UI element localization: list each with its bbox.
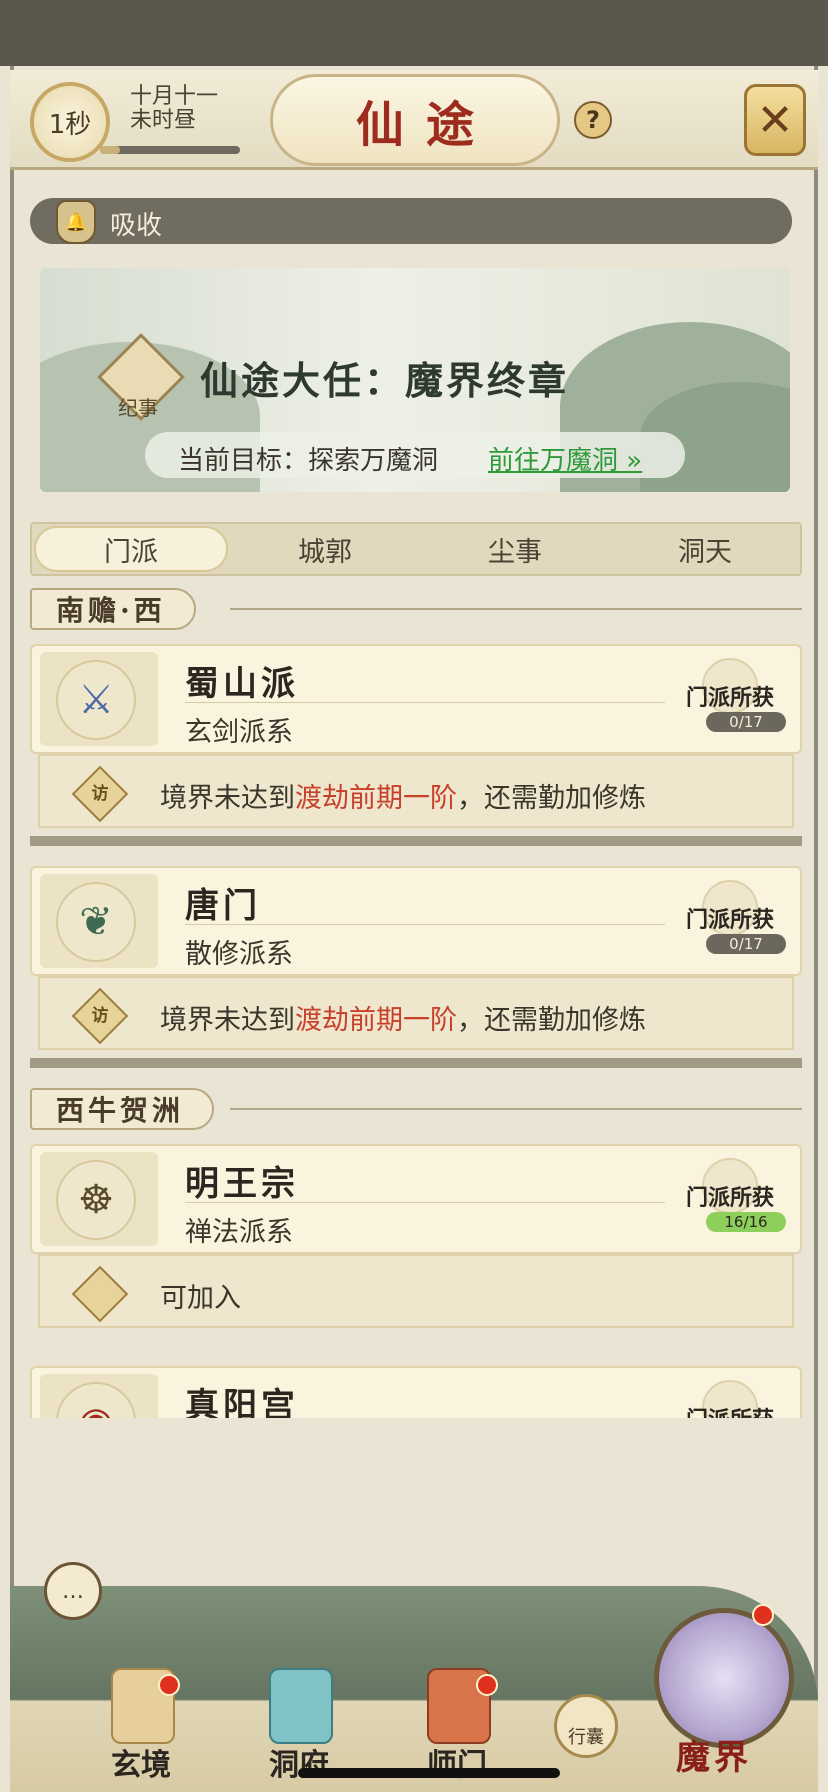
current-goal: 当前目标：探索万魔洞 (178, 446, 439, 476)
notification-badge (158, 1674, 180, 1696)
chat-bubble-icon[interactable]: … (44, 1562, 102, 1620)
goto-link[interactable]: 前往万魔洞 » (488, 440, 642, 477)
fan-emblem-icon: ❦ (56, 882, 136, 962)
absorb-label: 吸收 (110, 211, 163, 241)
status-bar-area (0, 0, 828, 66)
region-header: 南赡·西 (30, 588, 802, 630)
reward-count: 16/16 (706, 1212, 786, 1232)
lotus-emblem-icon: ☸ (56, 1160, 136, 1240)
sect-school: 禅法派系 (185, 1217, 293, 1248)
sect-requirement: 访 境界未达到渡劫前期一阶，还需勤加修炼 (38, 754, 794, 828)
sword-emblem-icon: ⚔ (56, 660, 136, 740)
quest-title: 仙途大任：魔界终章 (200, 358, 570, 403)
page-title: 仙途 (270, 74, 560, 166)
tab-cities[interactable]: 城郭 (230, 524, 420, 574)
bell-icon: 🔔 (56, 200, 96, 244)
sect-requirement: 访 境界未达到渡劫前期一阶，还需勤加修炼 (38, 976, 794, 1050)
bag-button[interactable]: 行囊 (554, 1694, 618, 1758)
pavilion-icon (269, 1668, 333, 1744)
notification-badge (476, 1674, 498, 1696)
game-time-of-day: 未时昼 (130, 108, 197, 133)
region-header: 西牛贺洲 (30, 1088, 802, 1130)
close-button[interactable]: ✕ (744, 84, 806, 156)
sect-school: 散修派系 (185, 939, 293, 970)
list-empty-area (14, 1418, 814, 1588)
sect-reward[interactable]: 门派所获 0/17 (666, 880, 794, 962)
demon-realm-button[interactable] (654, 1608, 794, 1748)
notification-badge (752, 1604, 774, 1626)
tab-grottoes[interactable]: 洞天 (610, 524, 800, 574)
reward-count: 0/17 (706, 934, 786, 954)
help-button[interactable]: ? (574, 101, 612, 139)
region-label: 西牛贺洲 (30, 1088, 215, 1130)
demon-realm-label: 魔界 (676, 1738, 752, 1778)
sect-join-status[interactable]: 可加入 (38, 1254, 794, 1328)
saga-label: 纪事 (118, 396, 158, 420)
sect-reward[interactable]: 门派所获 16/16 (666, 1158, 794, 1240)
home-indicator[interactable] (298, 1768, 560, 1778)
region-label: 南赡·西 (30, 588, 196, 630)
join-icon (71, 1265, 129, 1323)
sect-reward[interactable]: 门派所获 (666, 1380, 794, 1418)
time-progress-bar (100, 146, 240, 154)
join-label: 可加入 (160, 1283, 241, 1314)
sect-reward[interactable]: 门派所获 0/17 (666, 658, 794, 740)
sect-name: 唐门 (185, 886, 261, 926)
tab-sects[interactable]: 门派 (34, 526, 228, 572)
reward-count: 0/17 (706, 712, 786, 732)
sect-card[interactable]: ◉ 真阳宫 门派所获 (30, 1366, 802, 1418)
tab-affairs[interactable]: 尘事 (420, 524, 610, 574)
timer-badge: 1秒 (30, 82, 110, 162)
sect-name: 真阳宫 (185, 1386, 299, 1418)
category-tabs: 门派 城郭 尘事 洞天 (30, 522, 802, 576)
sect-name: 蜀山派 (185, 664, 299, 704)
sect-school: 玄剑派系 (185, 717, 293, 748)
sect-name: 明王宗 (185, 1164, 299, 1204)
